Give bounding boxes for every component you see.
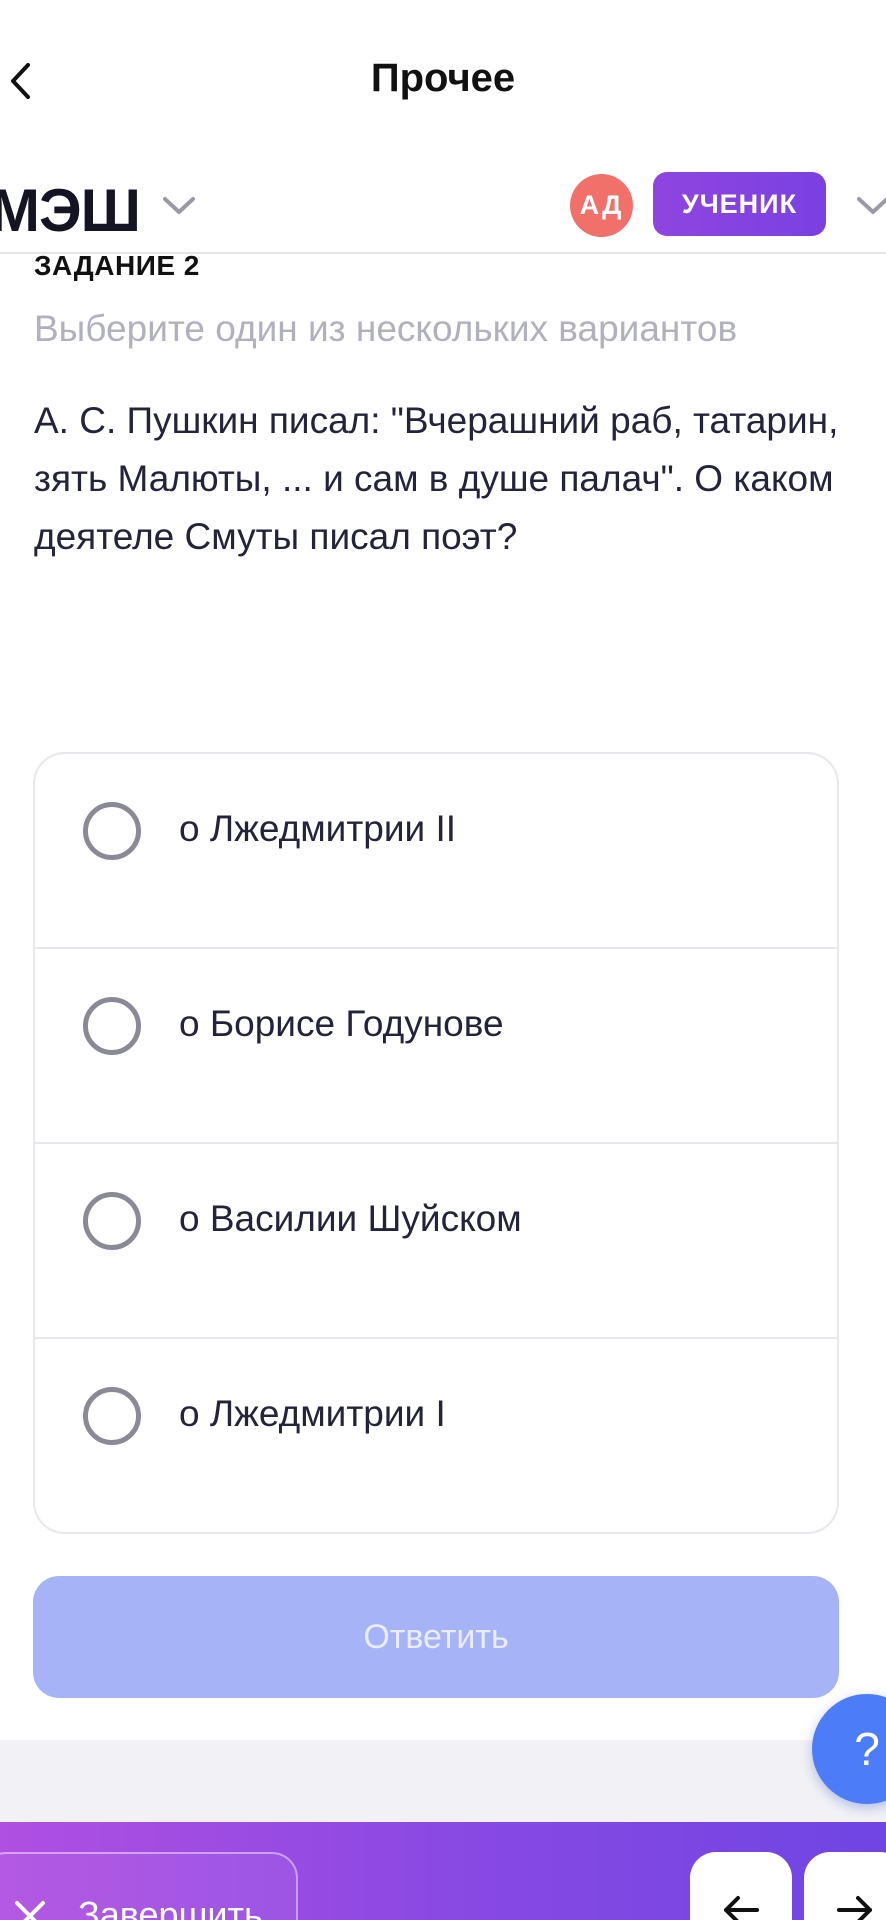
- app-logo[interactable]: МЭШ: [0, 176, 141, 245]
- answer-option[interactable]: о Василии Шуйском: [35, 1144, 837, 1339]
- radio-button[interactable]: [83, 997, 141, 1055]
- avatar[interactable]: АД: [570, 174, 633, 237]
- answer-option[interactable]: о Лжедмитрии I: [35, 1339, 837, 1532]
- app-header: МЭШ АД УЧЕНИК: [0, 150, 886, 254]
- arrow-left-icon: [724, 1896, 759, 1920]
- arrow-right-icon: [837, 1896, 872, 1920]
- page: Прочее МЭШ АД УЧЕНИК ЗАДАНИЕ 2 Выберите …: [0, 0, 886, 1920]
- radio-button[interactable]: [83, 802, 141, 860]
- bottom-bar: Завершить: [0, 1822, 886, 1920]
- answer-option[interactable]: о Борисе Годунове: [35, 949, 837, 1144]
- nav-title: Прочее: [370, 56, 516, 100]
- finish-label: Завершить: [78, 1894, 263, 1920]
- option-label: о Борисе Годунове: [179, 1003, 504, 1044]
- top-nav-bar: Прочее: [0, 0, 886, 150]
- chevron-down-icon[interactable]: [162, 196, 196, 216]
- radio-button[interactable]: [83, 1387, 141, 1445]
- task-instruction: Выберите один из нескольких вариантов: [34, 308, 738, 349]
- option-label: о Василии Шуйском: [179, 1198, 522, 1239]
- page-background-strip: [0, 1740, 886, 1822]
- answer-option[interactable]: о Лжедмитрии II: [35, 754, 837, 949]
- close-icon: [15, 1901, 45, 1920]
- previous-task-button[interactable]: [690, 1852, 792, 1920]
- chevron-down-icon[interactable]: [856, 196, 886, 216]
- option-label: о Лжедмитрии II: [179, 808, 457, 849]
- radio-button[interactable]: [83, 1192, 141, 1250]
- role-badge[interactable]: УЧЕНИК: [653, 172, 826, 236]
- task-number: ЗАДАНИЕ 2: [34, 250, 200, 281]
- answer-options: о Лжедмитрии II о Борисе Годунове о Васи…: [33, 752, 839, 1534]
- option-label: о Лжедмитрии I: [179, 1393, 446, 1434]
- next-task-button[interactable]: [804, 1852, 886, 1920]
- submit-answer-button[interactable]: Ответить: [33, 1576, 839, 1698]
- finish-button[interactable]: Завершить: [0, 1852, 298, 1920]
- question-text: А. С. Пушкин писал: "Вчерашний раб, тата…: [34, 400, 839, 557]
